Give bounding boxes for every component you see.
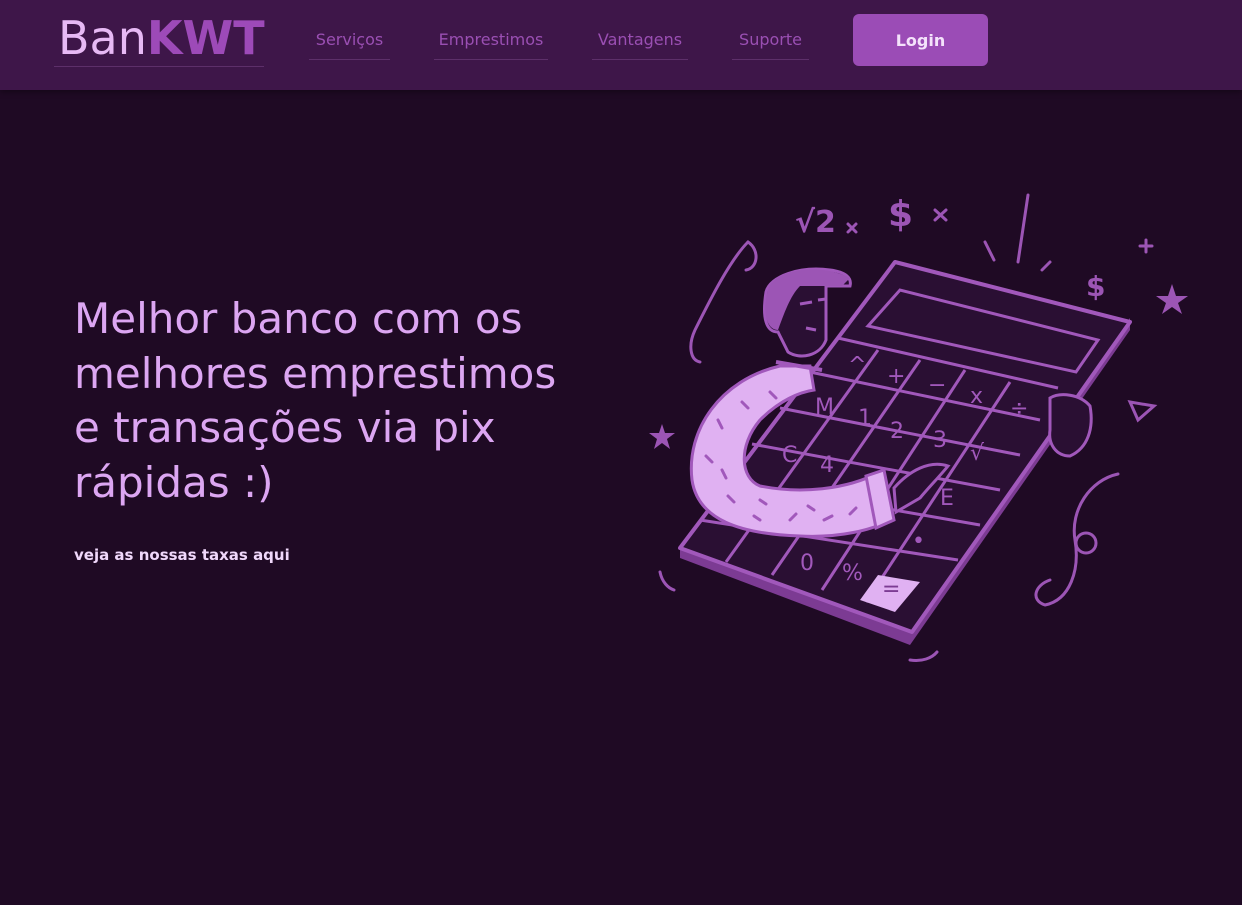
svg-text:2: 2	[890, 419, 904, 444]
svg-text:−: −	[928, 373, 946, 398]
person-hand-right	[1048, 393, 1093, 458]
svg-text:=: =	[882, 577, 900, 602]
logo-part-ban: Ban	[58, 11, 147, 65]
svg-text:$: $	[888, 194, 913, 235]
logo-part-kwt: KWT	[146, 11, 265, 65]
svg-text:•: •	[912, 529, 925, 554]
svg-text:^: ^	[848, 353, 866, 378]
svg-text:√: √	[970, 441, 985, 466]
svg-text:%: %	[842, 561, 863, 586]
nav-link-suporte[interactable]: Suporte	[732, 28, 809, 60]
navbar: BanKWT Serviços Emprestimos Vantagens Su…	[0, 0, 1242, 90]
calculator-person-illustration: $ $ √2 ^ + − x ÷ M 1 2 3 √ C 4 E 0 % • =	[640, 180, 1200, 680]
svg-text:$: $	[1086, 270, 1105, 303]
svg-text:M: M	[815, 395, 834, 420]
login-button[interactable]: Login	[853, 14, 988, 66]
logo[interactable]: BanKWT	[54, 11, 265, 67]
svg-text:C: C	[782, 443, 797, 468]
svg-text:3: 3	[933, 428, 947, 453]
nav-link-servicos[interactable]: Serviços	[309, 28, 390, 60]
svg-text:+: +	[887, 364, 905, 389]
svg-text:√2: √2	[795, 205, 836, 240]
rates-link[interactable]: veja as nossas taxas aqui	[74, 546, 290, 564]
svg-text:E: E	[940, 486, 954, 511]
svg-text:4: 4	[820, 453, 834, 478]
svg-text:0: 0	[800, 551, 814, 576]
nav-link-emprestimos[interactable]: Emprestimos	[434, 28, 548, 60]
illustration-svg: $ $ √2 ^ + − x ÷ M 1 2 3 √ C 4 E 0 % • =	[649, 193, 1188, 662]
hero-title: Melhor banco com os melhores emprestimos…	[74, 294, 557, 507]
svg-text:÷: ÷	[1010, 396, 1028, 421]
svg-text:1: 1	[858, 406, 872, 431]
svg-text:x: x	[970, 384, 983, 409]
nav-link-vantagens[interactable]: Vantagens	[592, 28, 688, 60]
